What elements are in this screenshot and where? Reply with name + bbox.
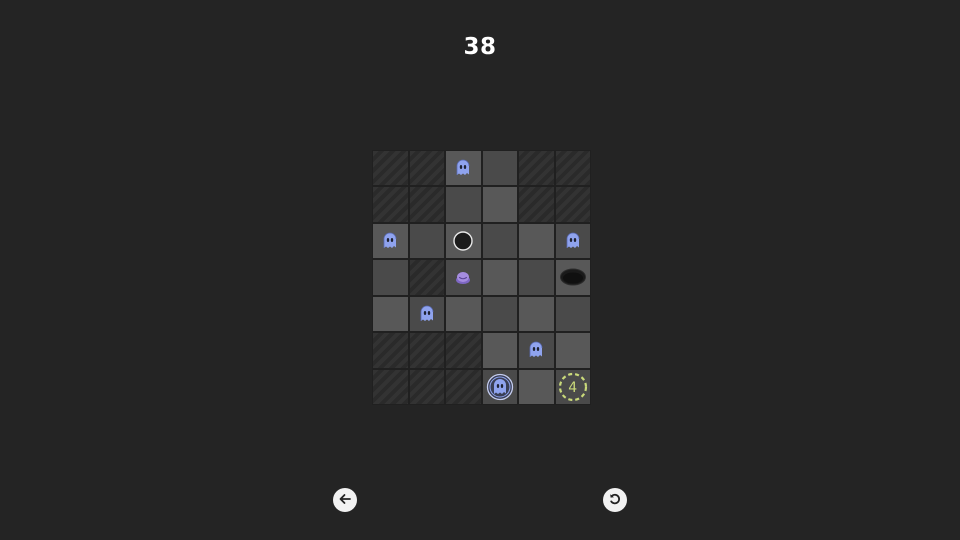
floor-tile[interactable] [408,295,445,333]
blocked-tile [518,150,555,187]
back-button[interactable] [333,488,357,512]
floor-tile[interactable] [481,222,518,260]
restart-icon [608,491,622,510]
slime-icon[interactable] [454,269,472,285]
ghost-icon[interactable] [455,159,471,177]
floor-tile[interactable] [481,259,518,296]
floor-tile[interactable] [481,295,518,333]
blocked-tile [445,368,482,405]
pit-hole-icon [559,267,587,287]
floor-tile[interactable] [518,222,555,260]
floor-tile[interactable] [445,222,482,260]
floor-tile[interactable] [481,368,518,405]
blocked-tile [518,186,555,223]
blocked-tile [554,150,591,187]
floor-tile[interactable] [518,295,555,333]
floor-tile[interactable] [554,222,591,260]
ghost-icon[interactable] [382,232,398,250]
ball-icon[interactable] [452,230,474,252]
game-stage: 38 4 [0,0,960,540]
ghost-icon[interactable] [419,305,435,323]
floor-tile[interactable] [445,186,482,223]
ghost-icon[interactable] [528,341,544,359]
arrow-left-icon [338,491,352,510]
floor-tile[interactable] [481,332,518,369]
floor-tile[interactable] [518,332,555,369]
floor-tile[interactable] [481,186,518,223]
floor-tile[interactable] [554,332,591,369]
floor-tile[interactable] [372,222,409,260]
blocked-tile [554,186,591,223]
blocked-tile [445,332,482,369]
blocked-tile [408,332,445,369]
floor-tile[interactable] [408,222,445,260]
restart-button[interactable] [603,488,627,512]
floor-tile[interactable] [372,295,409,333]
puzzle-board: 4 [372,150,591,405]
floor-tile[interactable] [554,295,591,333]
goal-count: 4 [568,379,578,396]
floor-tile[interactable] [372,259,409,296]
floor-tile[interactable] [445,259,482,296]
blocked-tile [408,368,445,405]
selected-ghost-icon[interactable] [486,373,514,401]
blocked-tile [408,186,445,223]
floor-tile[interactable] [445,150,482,187]
floor-tile[interactable] [554,259,591,296]
floor-tile[interactable] [518,259,555,296]
floor-tile[interactable] [445,295,482,333]
blocked-tile [408,150,445,187]
blocked-tile [408,259,445,296]
floor-tile[interactable] [518,368,555,405]
blocked-tile [372,332,409,369]
blocked-tile [372,150,409,187]
level-number: 38 [463,34,497,60]
blocked-tile [372,186,409,223]
blocked-tile [372,368,409,405]
floor-tile[interactable]: 4 [554,368,591,405]
floor-tile[interactable] [481,150,518,187]
ghost-icon[interactable] [565,232,581,250]
